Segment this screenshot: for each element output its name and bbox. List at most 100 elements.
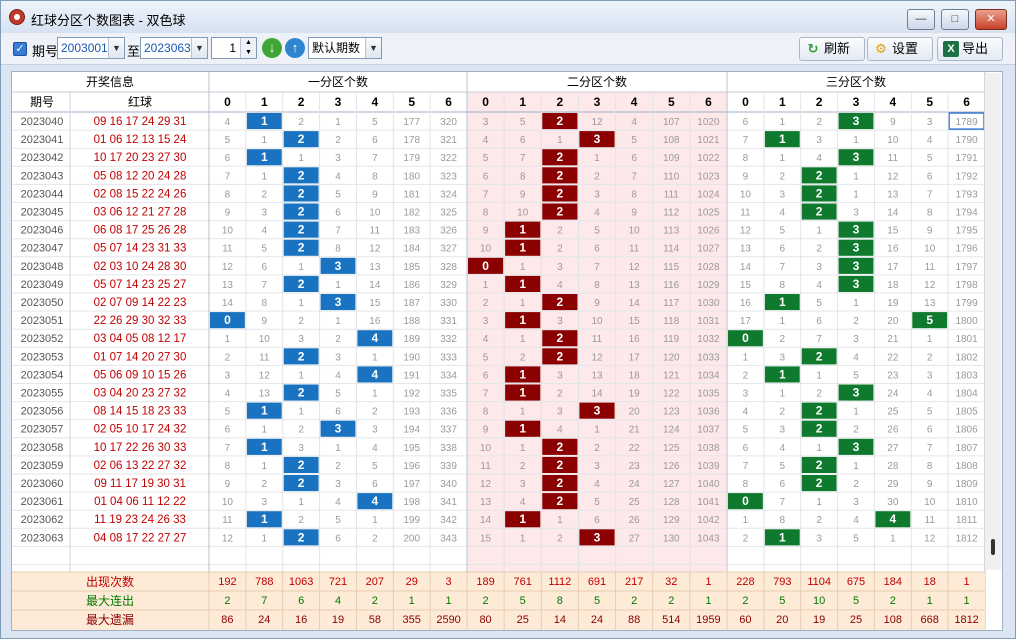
hit-value: 1 xyxy=(519,367,526,381)
red-balls-cell: 11 19 23 24 26 33 xyxy=(94,514,186,526)
hit-value: 0 xyxy=(224,313,231,327)
miss-value: 15 xyxy=(369,298,381,309)
red-balls-cell: 06 08 17 25 26 28 xyxy=(94,225,187,237)
miss-value: 10 xyxy=(222,497,234,508)
miss-value: 326 xyxy=(440,226,457,237)
hit-value: 2 xyxy=(816,476,823,490)
miss-value: 4 xyxy=(816,153,822,164)
hit-value: 2 xyxy=(816,205,823,219)
gear-icon: ⚙ xyxy=(875,41,887,56)
hit-value: 3 xyxy=(853,223,860,237)
stat-value: 18 xyxy=(924,576,936,588)
miss-value: 5 xyxy=(335,515,341,526)
miss-value: 1 xyxy=(372,389,378,400)
miss-value: 338 xyxy=(440,443,457,454)
minimize-button[interactable]: — xyxy=(907,9,935,30)
from-period-select[interactable]: 2003001 ▼ xyxy=(57,37,125,59)
miss-value: 2 xyxy=(557,244,563,255)
chevron-down-icon[interactable]: ▼ xyxy=(365,38,381,58)
period-checkbox[interactable]: ✓ xyxy=(13,42,27,56)
scroll-thumb[interactable] xyxy=(991,539,995,555)
miss-value: 26 xyxy=(887,425,899,436)
hit-value: 1 xyxy=(261,512,268,526)
miss-value: 18 xyxy=(629,370,641,381)
miss-value: 5 xyxy=(262,244,268,255)
maximize-button[interactable]: □ xyxy=(941,9,969,30)
stat-value: 60 xyxy=(739,614,751,626)
vertical-scrollbar[interactable] xyxy=(984,73,1001,570)
miss-value: 1804 xyxy=(955,389,978,400)
miss-value: 1039 xyxy=(697,461,720,472)
miss-value: 1024 xyxy=(697,189,720,200)
stat-value: 8 xyxy=(557,595,563,607)
hit-value: 3 xyxy=(594,404,601,418)
miss-value: 194 xyxy=(403,425,420,436)
red-balls-cell: 10 17 20 23 27 30 xyxy=(94,152,187,164)
miss-value: 1793 xyxy=(955,189,978,200)
count-value: 1 xyxy=(229,41,236,55)
miss-value: 5 xyxy=(520,117,526,128)
hit-value: 2 xyxy=(557,295,564,309)
miss-value: 6 xyxy=(816,316,822,327)
miss-value: 1 xyxy=(743,352,749,363)
hit-value: 5 xyxy=(926,313,933,327)
miss-value: 14 xyxy=(591,389,603,400)
settings-button[interactable]: ⚙ 设置 xyxy=(867,37,933,61)
close-button[interactable]: ✕ xyxy=(975,9,1007,30)
down-arrow-button[interactable]: ↓ xyxy=(262,38,282,58)
miss-value: 7 xyxy=(225,171,231,182)
miss-value: 329 xyxy=(440,280,457,291)
stat-value: 108 xyxy=(884,614,902,626)
zone-count-table: 开奖信息 一分区个数 二分区个数 三分区个数期号 红球 0 1 2 3 4 5 6 0 1 2 3 4 5 6 0 1 2… xyxy=(12,72,986,630)
miss-value: 3 xyxy=(298,334,304,345)
red-balls-cell: 03 04 05 08 12 17 xyxy=(94,333,187,345)
miss-value: 4 xyxy=(262,226,268,237)
miss-value: 9 xyxy=(631,208,637,219)
hit-value: 2 xyxy=(557,349,564,363)
stat-value: 16 xyxy=(295,614,307,626)
export-button[interactable]: X 导出 xyxy=(937,37,1003,61)
to-period-select[interactable]: 2023063 ▼ xyxy=(140,37,208,59)
chevron-down-icon[interactable]: ▼ xyxy=(191,38,207,58)
miss-value: 10 xyxy=(369,208,381,219)
count-stepper[interactable]: 1 ▲ ▼ xyxy=(211,37,257,59)
export-label: 导出 xyxy=(962,41,989,56)
miss-value: 14 xyxy=(629,298,641,309)
miss-value: 1796 xyxy=(955,244,978,255)
hit-value: 1 xyxy=(779,530,786,544)
miss-value: 114 xyxy=(663,244,679,255)
miss-value: 1 xyxy=(262,425,268,436)
miss-value: 125 xyxy=(663,443,680,454)
up-arrow-button[interactable]: ↑ xyxy=(285,38,305,58)
header-col-6: 6 xyxy=(963,95,970,109)
chevron-down-icon[interactable]: ▼ xyxy=(108,38,124,58)
miss-value: 1 xyxy=(372,515,378,526)
stat-value: 1112 xyxy=(548,576,571,588)
mode-select[interactable]: 默认期数 ▼ xyxy=(308,37,382,59)
miss-value: 322 xyxy=(440,153,457,164)
red-balls-cell: 02 05 10 17 24 32 xyxy=(94,424,187,436)
miss-value: 1 xyxy=(853,298,859,309)
miss-value: 178 xyxy=(403,135,420,146)
miss-value: 1 xyxy=(298,407,304,418)
header-col-1: 1 xyxy=(779,95,786,109)
miss-value: 128 xyxy=(663,497,680,508)
hit-value: 1 xyxy=(519,422,526,436)
stat-value: 1 xyxy=(446,595,452,607)
hit-value: 2 xyxy=(298,132,305,146)
refresh-button[interactable]: ↻ 刷新 xyxy=(799,37,865,61)
miss-value: 1043 xyxy=(697,533,720,544)
miss-value: 1 xyxy=(372,352,378,363)
miss-value: 2 xyxy=(780,407,786,418)
stepper-arrows-icon[interactable]: ▲ ▼ xyxy=(240,38,256,58)
stat-value: 6 xyxy=(298,595,304,607)
stat-value: 5 xyxy=(779,595,785,607)
hit-value: 2 xyxy=(557,150,564,164)
header-col-3: 3 xyxy=(853,95,860,109)
miss-value: 1791 xyxy=(955,153,978,164)
miss-value: 2 xyxy=(298,117,304,128)
miss-value: 10 xyxy=(480,443,492,454)
red-balls-cell: 09 16 17 24 29 31 xyxy=(94,116,187,128)
miss-value: 1 xyxy=(780,316,786,327)
miss-value: 185 xyxy=(403,262,420,273)
